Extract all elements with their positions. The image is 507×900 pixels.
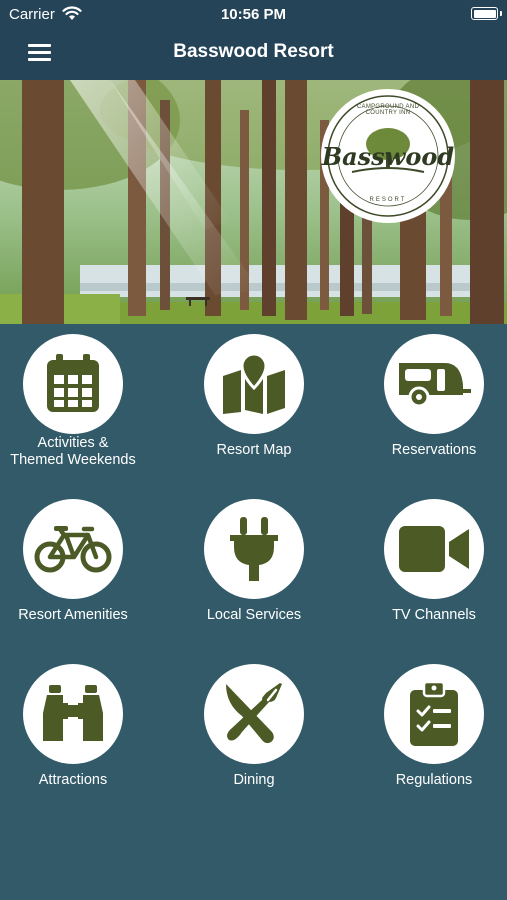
tile-dining[interactable]: Dining — [174, 654, 334, 804]
plug-icon — [204, 499, 304, 599]
logo-bottom-text: RESORT — [369, 197, 407, 203]
tile-label: Dining — [233, 772, 275, 788]
calendar-icon — [23, 334, 123, 434]
status-time: 10:56 PM — [220, 6, 287, 23]
tile-label: Local Services — [206, 607, 302, 623]
clipboard-checklist-icon — [384, 664, 484, 764]
video-camera-icon — [384, 499, 484, 599]
tile-label: Regulations — [395, 772, 473, 788]
tile-tv-channels[interactable]: TV Channels — [354, 489, 507, 639]
status-bar: Carrier 10:56 PM — [0, 0, 507, 28]
camper-trailer-icon — [384, 334, 484, 434]
tile-reservations[interactable]: Reservations — [354, 324, 507, 474]
tile-label: Activities & Themed Weekends — [10, 435, 136, 468]
logo-main-text: Basswood — [321, 142, 455, 171]
resort-banner-image: CAMPGROUND AND COUNTRY INN Basswood RESO… — [0, 80, 507, 324]
page-title: Basswood Resort — [173, 41, 334, 62]
tile-label: Attractions — [38, 772, 108, 788]
tile-label: Resort Map — [216, 442, 292, 458]
nav-bar: Basswood Resort — [0, 28, 507, 80]
tile-resort-amenities[interactable]: Resort Amenities — [0, 489, 153, 639]
menu-grid: Activities & Themed Weekends Resort Map — [0, 324, 507, 900]
map-icon — [204, 334, 304, 434]
tile-resort-map[interactable]: Resort Map — [174, 324, 334, 474]
tile-regulations[interactable]: Regulations — [354, 654, 507, 804]
logo-top-text: CAMPGROUND AND COUNTRY INN — [356, 104, 420, 116]
battery-tip — [500, 11, 502, 16]
forest-lake-photo — [0, 80, 507, 324]
binoculars-icon — [23, 664, 123, 764]
tile-label: Reservations — [391, 442, 477, 458]
bicycle-icon — [23, 499, 123, 599]
tile-activities[interactable]: Activities & Themed Weekends — [0, 324, 153, 474]
tile-label: Resort Amenities — [18, 607, 128, 623]
tile-label: TV Channels — [392, 607, 476, 623]
tile-attractions[interactable]: Attractions — [0, 654, 153, 804]
tile-local-services[interactable]: Local Services — [174, 489, 334, 639]
battery-icon — [471, 7, 498, 20]
fork-knife-icon — [204, 664, 304, 764]
